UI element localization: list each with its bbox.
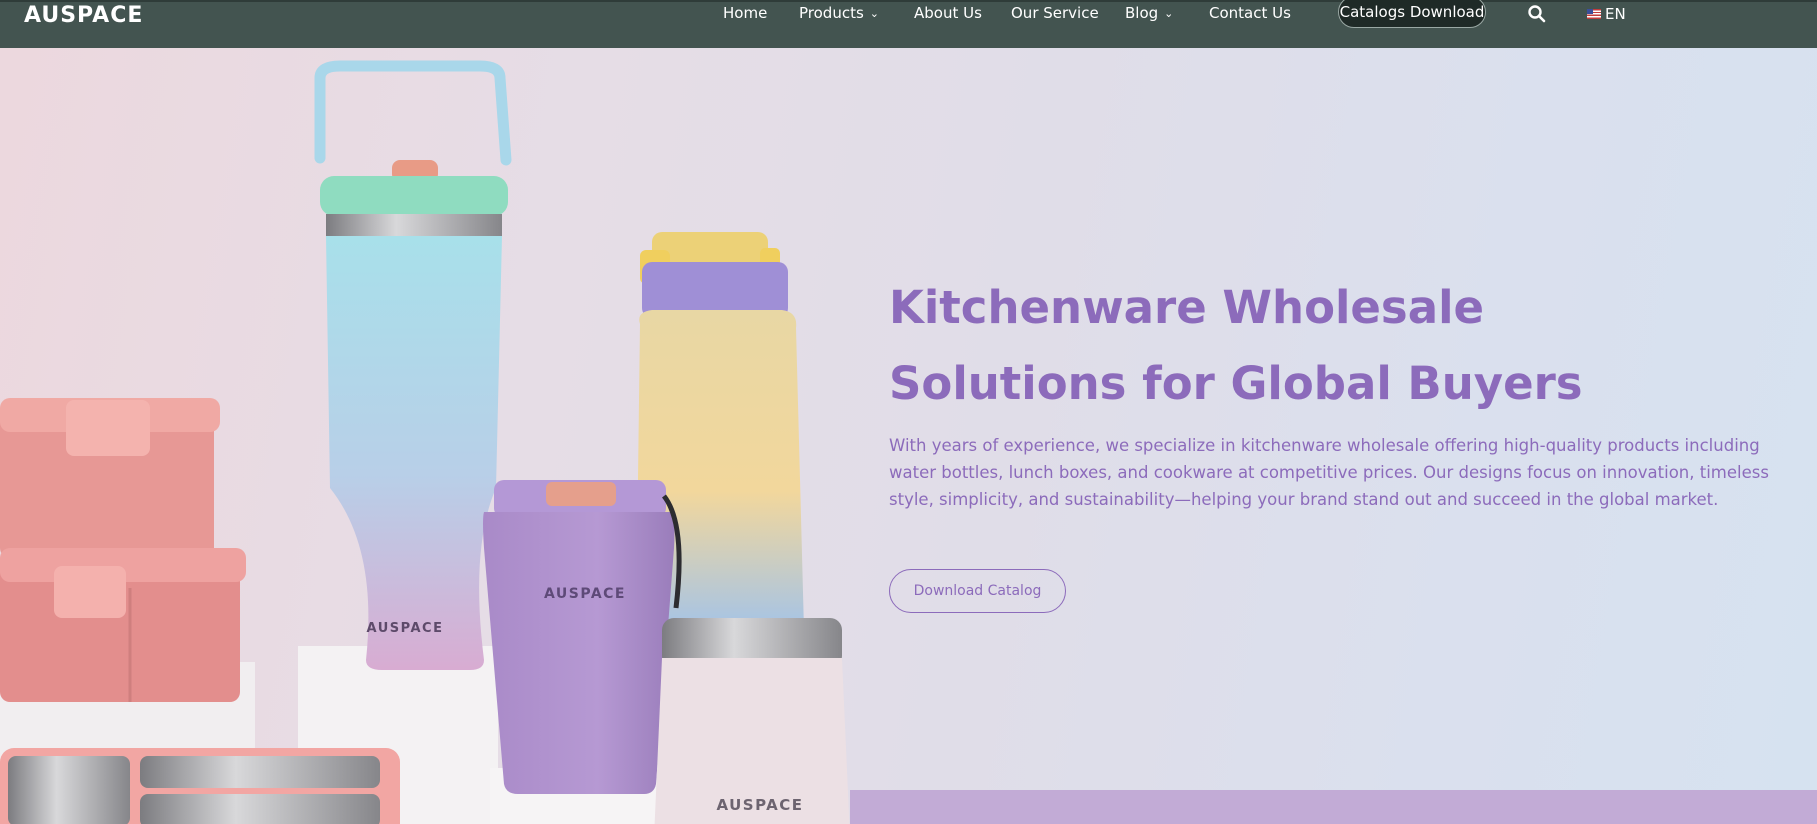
nav-about-us[interactable]: About Us — [914, 4, 982, 22]
nav-about-us-label: About Us — [914, 4, 982, 22]
hero-title-line-2: Solutions for Global Buyers — [889, 357, 1583, 410]
hero-section: AUSPACE AUSPACE AUSPACE Kitchenware Whol… — [0, 48, 1817, 824]
nav-contact-us[interactable]: Contact Us — [1209, 4, 1291, 22]
site-logo[interactable]: AUSPACE — [24, 3, 143, 28]
language-selector[interactable]: EN — [1587, 5, 1626, 23]
chevron-down-icon: ⌄ — [869, 7, 879, 20]
nav-home-label: Home — [723, 4, 768, 22]
us-flag-icon — [1587, 9, 1601, 19]
nav-home[interactable]: Home — [723, 4, 767, 22]
hero-title-line-1: Kitchenware Wholesale — [889, 281, 1485, 334]
hero-product-image: AUSPACE AUSPACE AUSPACE — [0, 60, 850, 824]
top-navbar: AUSPACE Home Products ⌄ About Us Our Serv… — [0, 0, 1817, 48]
hero-description: With years of experience, we specialize … — [889, 436, 1769, 509]
bottom-accent-band — [850, 790, 1817, 824]
chevron-down-icon: ⌄ — [1164, 7, 1174, 20]
catalogs-download-button[interactable]: Catalogs Download — [1338, 0, 1486, 28]
nav-blog[interactable]: Blog ⌄ — [1125, 4, 1173, 22]
svg-text:AUSPACE: AUSPACE — [544, 586, 626, 602]
svg-text:AUSPACE: AUSPACE — [716, 796, 803, 814]
search-icon[interactable] — [1527, 4, 1547, 24]
nav-our-service-label: Our Service — [1011, 4, 1099, 22]
nav-contact-us-label: Contact Us — [1209, 4, 1291, 22]
nav-products-label: Products — [799, 4, 864, 22]
language-label: EN — [1605, 5, 1626, 23]
nav-blog-label: Blog — [1125, 4, 1159, 22]
nav-our-service[interactable]: Our Service — [1011, 4, 1099, 22]
svg-text:AUSPACE: AUSPACE — [367, 621, 444, 636]
hero-title: Kitchenware Wholesale Solutions for Glob… — [889, 270, 1769, 422]
nav-products[interactable]: Products ⌄ — [799, 4, 879, 22]
download-catalog-button[interactable]: Download Catalog — [889, 569, 1066, 613]
